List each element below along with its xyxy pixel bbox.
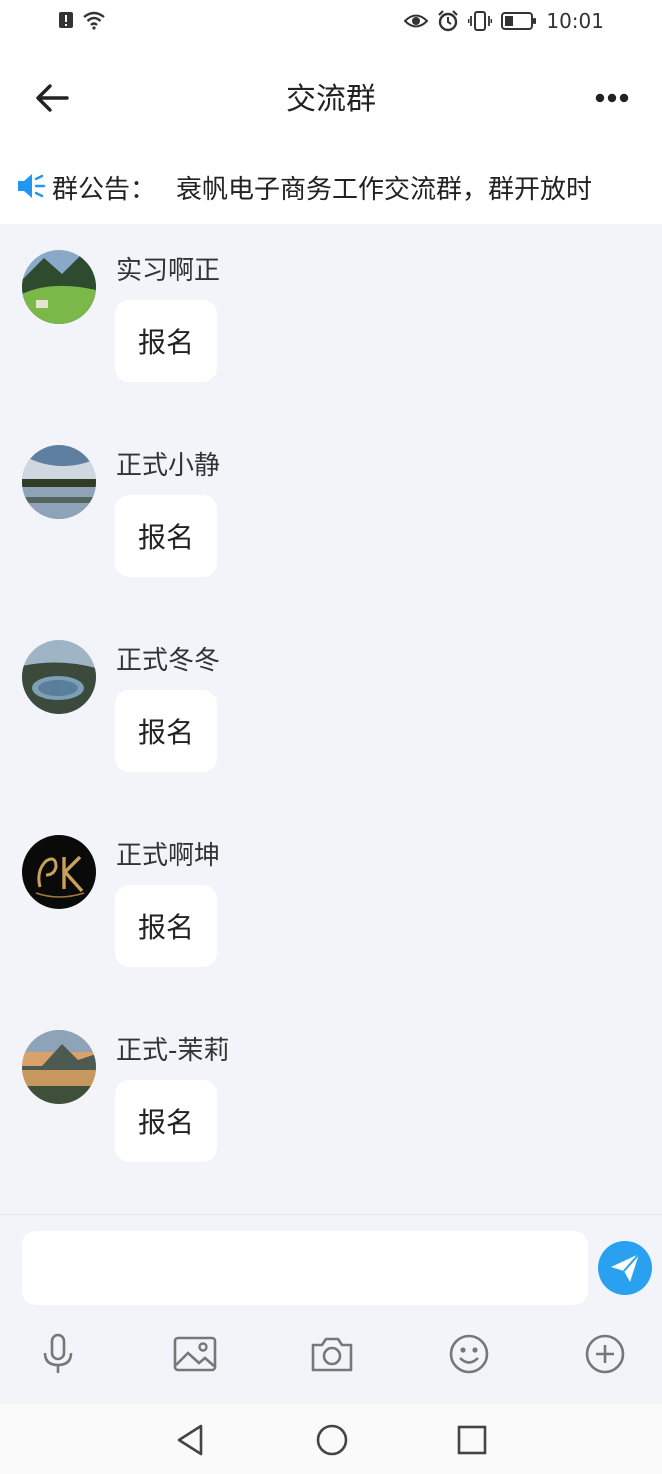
input-bar	[0, 1214, 662, 1404]
avatar[interactable]	[22, 250, 96, 324]
group-notice[interactable]: 群公告： 衰帆电子商务工作交流群，群开放时	[0, 150, 662, 224]
avatar[interactable]	[22, 640, 96, 714]
message-item: 实习啊正 报名	[0, 224, 662, 404]
vibrate-icon	[468, 11, 493, 31]
image-icon	[173, 1336, 217, 1372]
sender-name: 正式冬冬	[116, 646, 221, 676]
nav-recents-button[interactable]	[452, 1420, 492, 1460]
emoji-button[interactable]	[444, 1329, 494, 1379]
sender-name: 正式-茉莉	[116, 1036, 230, 1066]
sender-name: 实习啊正	[116, 256, 221, 286]
speaker-icon	[18, 174, 46, 198]
message-item: 正式冬冬 报名	[0, 614, 662, 794]
plus-icon	[585, 1334, 625, 1374]
message-item: 正式啊坤 报名	[0, 809, 662, 989]
message-item: 正式-茉莉 报名	[0, 1004, 662, 1184]
sender-name: 正式小静	[116, 451, 221, 481]
message-bubble[interactable]: 报名	[115, 690, 217, 772]
avatar[interactable]	[22, 835, 96, 909]
notice-text: 衰帆电子商务工作交流群，群开放时	[176, 175, 593, 205]
page-title: 交流群	[286, 82, 376, 117]
send-icon	[611, 1253, 640, 1282]
more-dots-icon	[595, 93, 629, 103]
message-input[interactable]	[22, 1231, 588, 1305]
chat-area[interactable]: 实习啊正 报名 正式小静 报名 正式冬冬 报名 正式啊坤 报名 正式-茉莉 报名	[0, 224, 662, 1214]
avatar[interactable]	[22, 445, 96, 519]
clock: 10:01	[546, 9, 604, 33]
send-button[interactable]	[598, 1241, 652, 1295]
status-bar: 10:01	[0, 0, 662, 46]
nav-back-button[interactable]	[170, 1420, 210, 1460]
alarm-icon	[438, 10, 459, 32]
more-tools-button[interactable]	[580, 1329, 630, 1379]
camera-icon	[311, 1337, 353, 1372]
nav-home-button[interactable]	[312, 1420, 352, 1460]
message-bubble[interactable]: 报名	[115, 300, 217, 382]
camera-button[interactable]	[307, 1329, 357, 1379]
triangle-back-icon	[177, 1424, 203, 1456]
wifi-icon	[83, 11, 105, 30]
system-nav-bar	[0, 1404, 662, 1474]
voice-button[interactable]	[33, 1329, 83, 1379]
image-button[interactable]	[170, 1329, 220, 1379]
eye-icon	[404, 14, 429, 28]
microphone-icon	[43, 1333, 73, 1373]
sender-name: 正式啊坤	[116, 841, 221, 871]
battery-icon	[501, 12, 537, 30]
message-item: 正式小静 报名	[0, 419, 662, 599]
emoji-icon	[449, 1334, 489, 1374]
message-bubble[interactable]: 报名	[115, 495, 217, 577]
alert-icon	[59, 12, 73, 28]
message-bubble[interactable]: 报名	[115, 1080, 217, 1162]
app-header: 交流群	[0, 46, 662, 146]
input-toolbar	[0, 1323, 662, 1393]
notice-label: 群公告：	[52, 175, 157, 205]
square-recents-icon	[457, 1425, 487, 1455]
avatar[interactable]	[22, 1030, 96, 1104]
message-bubble[interactable]: 报名	[115, 885, 217, 967]
circle-home-icon	[316, 1424, 348, 1456]
more-button[interactable]	[590, 76, 634, 120]
